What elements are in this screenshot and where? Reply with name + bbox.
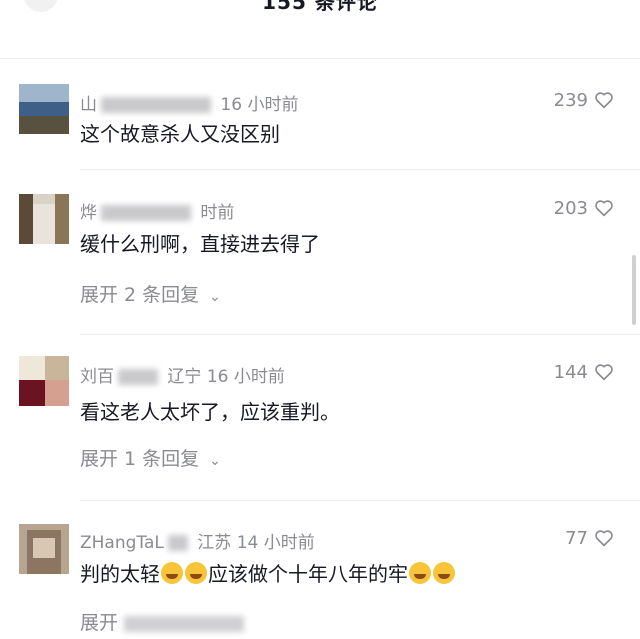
like-count: 144 xyxy=(553,362,588,383)
avatar-image xyxy=(19,194,69,244)
like-count: 239 xyxy=(553,90,588,111)
expand-replies-label: 展开 2 条回复 xyxy=(80,284,200,306)
like-button[interactable]: 239 xyxy=(554,90,614,111)
expand-replies-button[interactable]: 展开 2 条回复 ⌄ xyxy=(80,280,221,307)
comment-text: 缓什么刑啊，直接进去得了 xyxy=(80,232,320,256)
redacted-name xyxy=(167,535,188,551)
comment-divider xyxy=(80,169,640,170)
avatar-image xyxy=(19,84,69,134)
avatar[interactable] xyxy=(19,356,69,406)
redacted-name xyxy=(101,205,191,221)
comment-divider xyxy=(80,500,640,501)
avatar-image xyxy=(19,356,69,406)
chevron-down-icon: ⌄ xyxy=(209,453,221,469)
timestamp: 时前 xyxy=(200,203,235,223)
comment-count-title: 155 条评论 xyxy=(262,0,378,14)
timestamp: 16 小时前 xyxy=(220,95,299,115)
heart-outline-icon xyxy=(595,92,613,109)
laugh-cry-emoji-icon xyxy=(185,562,207,584)
laugh-cry-emoji-icon xyxy=(433,562,455,584)
location: 辽宁 xyxy=(167,367,202,387)
heart-outline-icon xyxy=(595,364,613,381)
like-count: 77 xyxy=(565,528,588,549)
comment-meta: 山 16 小时前 xyxy=(80,90,298,115)
comment-item: 刘百 辽宁 16 小时前 看这老人太坏了，应该重判。 展开 1 条回复 ⌄ 144 xyxy=(0,356,640,486)
redacted-name xyxy=(118,369,158,385)
username[interactable]: 刘百 xyxy=(80,367,114,387)
scrollbar[interactable] xyxy=(632,255,636,325)
username[interactable]: 烨 xyxy=(80,203,97,223)
username[interactable]: 山 xyxy=(80,95,97,115)
avatar-image xyxy=(19,524,69,574)
username[interactable]: ZHangTaL xyxy=(80,533,164,553)
like-count: 203 xyxy=(553,198,588,219)
timestamp: 16 小时前 xyxy=(206,367,285,387)
avatar[interactable] xyxy=(19,84,69,134)
comments-header: 155 条评论 xyxy=(0,0,640,58)
redacted-text xyxy=(124,615,245,632)
chevron-down-icon: ⌄ xyxy=(209,289,221,305)
heart-outline-icon xyxy=(595,530,613,547)
comment-text-part: 判的太轻 xyxy=(80,562,160,586)
avatar[interactable] xyxy=(19,524,69,574)
comment-text: 这个故意杀人又没区别 xyxy=(80,122,280,146)
heart-outline-icon xyxy=(595,200,613,217)
comment-text: 看这老人太坏了，应该重判。 xyxy=(80,400,340,424)
comment-item: 烨 时前 缓什么刑啊，直接进去得了 展开 2 条回复 ⌄ 203 xyxy=(0,194,640,324)
comment-item: ZHangTaL 江苏 14 小时前 判的太轻 应该做个十年八年的牢 展开 77 xyxy=(0,524,640,639)
expand-replies-button[interactable]: 展开 xyxy=(80,608,245,635)
like-button[interactable]: 77 xyxy=(565,528,614,549)
redacted-name xyxy=(101,97,211,113)
like-button[interactable]: 203 xyxy=(554,198,614,219)
comment-meta: 刘百 辽宁 16 小时前 xyxy=(80,362,285,387)
comment-text-part: 应该做个十年八年的牢 xyxy=(208,562,408,586)
expand-replies-label: 展开 1 条回复 xyxy=(80,448,200,470)
comment-divider xyxy=(80,334,640,335)
comment-text: 判的太轻 应该做个十年八年的牢 xyxy=(80,558,456,587)
laugh-cry-emoji-icon xyxy=(161,562,183,584)
comment-meta: 烨 时前 xyxy=(80,198,234,223)
laugh-cry-emoji-icon xyxy=(409,562,431,584)
header-divider xyxy=(0,58,640,59)
comment-meta: ZHangTaL 江苏 14 小时前 xyxy=(80,528,315,553)
location: 江苏 xyxy=(197,533,232,553)
avatar[interactable] xyxy=(19,194,69,244)
timestamp: 14 小时前 xyxy=(236,533,315,553)
comment-item: 山 16 小时前 这个故意杀人又没区别 239 xyxy=(0,84,640,164)
expand-replies-button[interactable]: 展开 1 条回复 ⌄ xyxy=(80,444,221,471)
expand-replies-label: 展开 xyxy=(80,612,119,634)
like-button[interactable]: 144 xyxy=(554,362,614,383)
